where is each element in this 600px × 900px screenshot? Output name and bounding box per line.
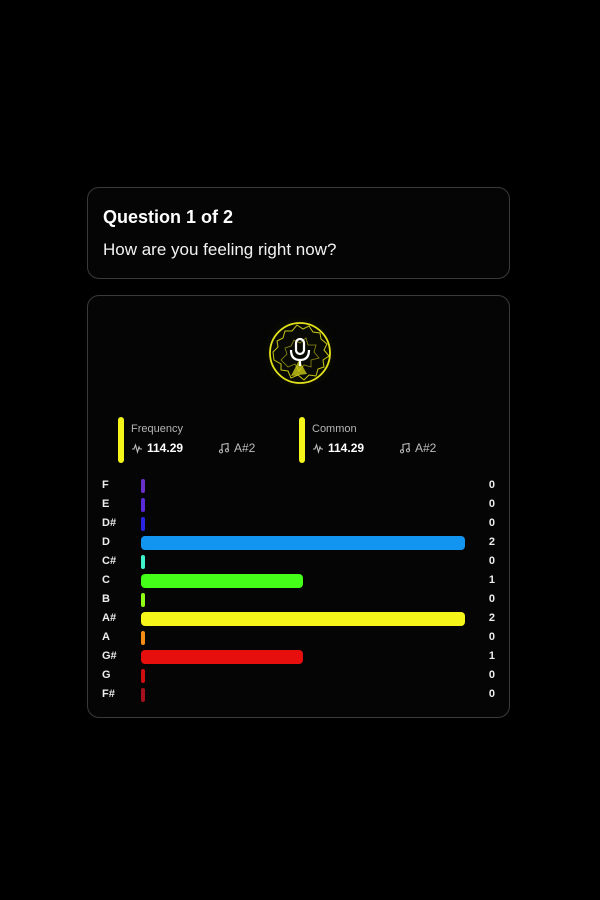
note-label: A# [102,612,117,624]
note-row: D# 0 [88,515,511,534]
question-title: Question 1 of 2 [103,207,234,227]
note-row: E0 [88,496,511,515]
common-value-text: 114.29 [328,441,365,455]
common-label: Common [312,423,357,435]
note-label: C [102,574,110,586]
waveform-icon [313,443,323,454]
question-card: Question 1 of 2 How are you feeling righ… [87,187,510,279]
common-stat: Common 114.29 A#2 [299,417,459,463]
note-label: D [102,536,110,548]
note-count: 0 [488,517,495,529]
note-bar [141,669,145,683]
note-label: E [102,498,110,510]
common-value: 114.29 [312,441,364,455]
note-label: C# [102,555,117,567]
note-label: A [102,631,110,643]
common-note: A#2 [399,441,436,455]
music-note-icon [399,442,411,454]
note-label: G [102,669,111,681]
frequency-stat: Frequency 114.29 A#2 [118,417,268,463]
music-note-icon [218,442,230,454]
frequency-accent-bar [118,417,124,463]
pitch-analyzer-card: Frequency 114.29 A#2 Common 114.29 A#2 F… [87,295,510,718]
note-bar [141,555,145,569]
note-label: D# [102,517,117,529]
note-row: A# 2 [88,610,511,629]
frequency-label: Frequency [131,423,183,435]
note-row: D2 [88,534,511,553]
note-count: 0 [488,631,495,643]
note-count: 0 [488,555,495,567]
note-row: G# 1 [88,648,511,667]
note-count: 1 [488,574,495,586]
note-label: F [102,479,109,491]
note-count: 1 [488,650,495,662]
note-bar [141,574,303,588]
note-row: A0 [88,629,511,648]
note-bar [141,479,145,493]
frequency-value-text: 114.29 [147,441,184,455]
note-label: G# [102,650,117,662]
note-count: 2 [488,536,495,548]
frequency-note-text: A#2 [234,441,256,455]
waveform-icon [132,443,142,454]
note-bar [141,498,145,512]
note-count: 0 [488,669,495,681]
frequency-note: A#2 [218,441,255,455]
note-bar [141,612,465,626]
note-label: F# [102,688,115,700]
note-bar [141,650,303,664]
note-bar [141,593,145,607]
common-accent-bar [299,417,305,463]
common-note-text: A#2 [415,441,437,455]
microphone-button[interactable] [261,314,339,392]
note-count: 0 [488,593,495,605]
note-row: F# 0 [88,686,511,705]
note-bar [141,517,145,531]
note-bar [141,688,145,702]
note-row: B0 [88,591,511,610]
frequency-value: 114.29 [131,441,183,455]
note-row: F0 [88,477,511,496]
note-count: 2 [488,612,495,624]
microphone-icon [261,314,339,392]
note-row: C1 [88,572,511,591]
note-row: G0 [88,667,511,686]
question-text: How are you feeling right now? [103,240,337,259]
note-label: B [102,593,110,605]
note-count: 0 [488,498,495,510]
note-bar [141,536,465,550]
note-count: 0 [488,479,495,491]
note-bar [141,631,145,645]
note-count: 0 [488,688,495,700]
note-row: C# 0 [88,553,511,572]
